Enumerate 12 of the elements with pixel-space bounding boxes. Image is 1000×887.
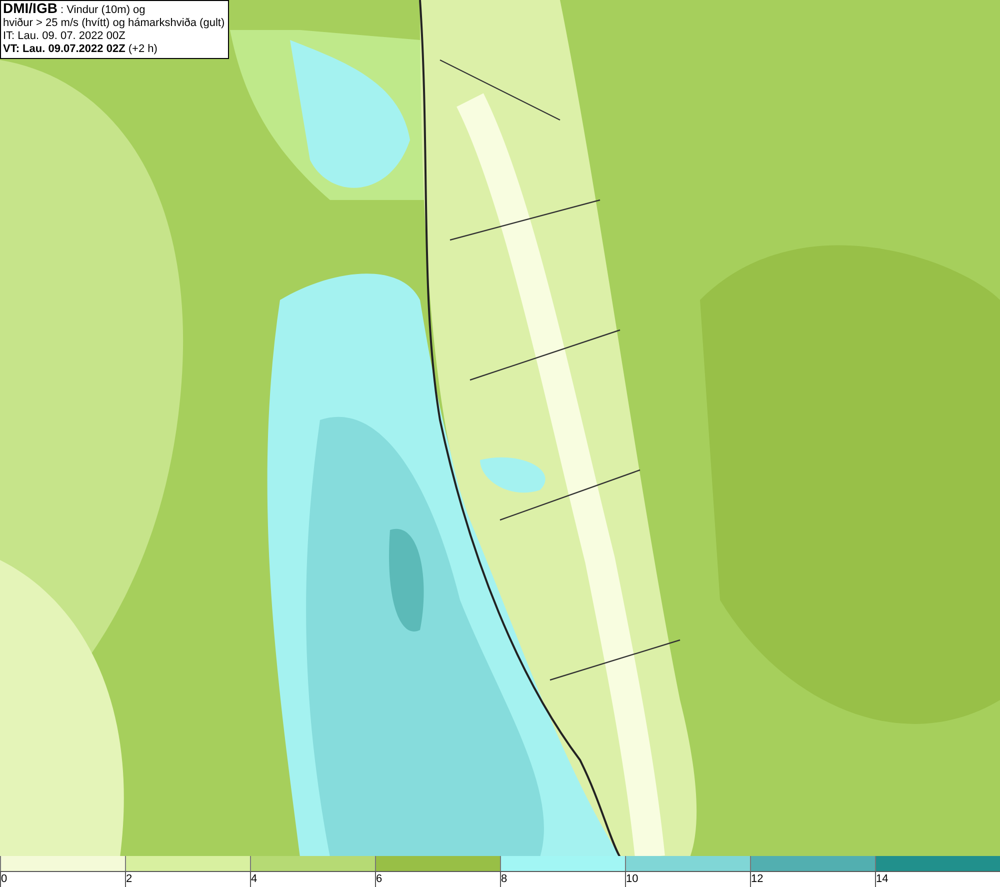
legend-label: 4 — [251, 873, 258, 886]
info-text: DMI/IGB : Vindur (10m) og — [3, 2, 146, 17]
info-text: hviður > 25 m/s (hvítt) og hámarkshviða (gult) — [3, 17, 225, 30]
legend-label: 12 — [751, 873, 764, 886]
legend-label: 10 — [626, 873, 638, 886]
legend-label: 6 — [376, 873, 382, 886]
legend-label: 0 — [1, 873, 8, 886]
info-text: VT: Lau. 09.07.2022 02Z (+2 h) — [3, 43, 158, 56]
info-text: IT: Lau. 09. 07. 2022 00Z — [3, 30, 126, 43]
legend-label: 2 — [126, 873, 132, 886]
legend-label: 8 — [501, 873, 508, 886]
legend-label: 14 — [876, 873, 888, 886]
